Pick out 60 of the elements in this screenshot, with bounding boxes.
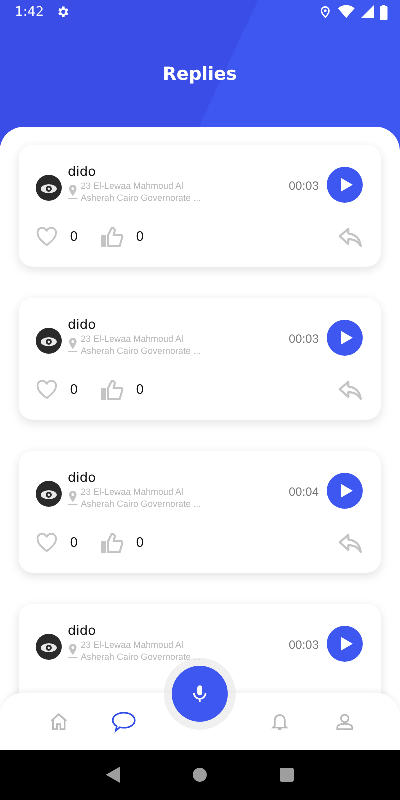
play-icon bbox=[340, 330, 352, 344]
location-pin-icon bbox=[68, 644, 78, 658]
back-icon[interactable] bbox=[106, 767, 120, 783]
user-name: dido bbox=[68, 318, 98, 333]
avatar-icon bbox=[36, 480, 62, 506]
thumbs-up-icon[interactable] bbox=[100, 532, 124, 554]
play-icon bbox=[340, 636, 352, 650]
heart-icon[interactable] bbox=[36, 533, 58, 553]
play-button[interactable] bbox=[327, 626, 363, 662]
location-pin-icon bbox=[68, 490, 78, 506]
audio-duration: 00:03 bbox=[288, 638, 319, 652]
play-button[interactable] bbox=[327, 320, 363, 356]
chat-bubble-icon bbox=[111, 710, 138, 734]
location-pin-icon bbox=[68, 338, 78, 352]
like-count: 0 bbox=[70, 382, 80, 398]
location-pin-icon bbox=[68, 184, 78, 200]
user-name: dido bbox=[68, 624, 98, 639]
location-icon bbox=[319, 5, 332, 19]
address-text: Asherah Cairo Governorate ... bbox=[81, 498, 202, 510]
user-name: dido bbox=[68, 471, 98, 486]
thumbs-up-icon[interactable] bbox=[100, 226, 124, 248]
avatar-icon bbox=[36, 634, 62, 660]
signal-icon bbox=[361, 5, 374, 19]
reply-icon[interactable] bbox=[338, 532, 363, 554]
address-text: Asherah Cairo Governorate ... bbox=[81, 192, 202, 204]
page-title: Replies bbox=[162, 64, 238, 85]
reply-icon[interactable] bbox=[338, 380, 363, 400]
like-count: 0 bbox=[70, 230, 80, 244]
address-text: Asherah Cairo Governorate ... bbox=[81, 345, 202, 357]
audio-duration: 00:03 bbox=[288, 332, 319, 346]
audio-duration: 00:03 bbox=[288, 178, 319, 192]
thumbs-up-icon[interactable] bbox=[100, 379, 124, 401]
profile-icon bbox=[335, 712, 356, 732]
home-icon bbox=[48, 712, 69, 732]
wifi-icon bbox=[338, 5, 355, 19]
play-icon bbox=[340, 484, 352, 498]
heart-icon[interactable] bbox=[36, 380, 58, 400]
avatar-icon bbox=[36, 174, 62, 200]
reply-icon[interactable] bbox=[338, 226, 363, 248]
recents-icon[interactable] bbox=[280, 768, 294, 782]
status-time: 1:42 bbox=[15, 4, 44, 20]
user-name: dido bbox=[68, 165, 98, 180]
play-icon bbox=[340, 178, 352, 192]
thumbs-up-count: 0 bbox=[136, 536, 146, 550]
address-text: 23 El-Lewaa Mahmoud Al bbox=[81, 639, 185, 651]
like-count: 0 bbox=[70, 536, 80, 550]
settings-icon bbox=[56, 5, 70, 19]
thumbs-up-count: 0 bbox=[136, 382, 146, 398]
audio-duration: 00:04 bbox=[288, 484, 319, 498]
address-text: 23 El-Lewaa Mahmoud Al bbox=[81, 333, 185, 345]
play-button[interactable] bbox=[327, 472, 363, 508]
address-text: 23 El-Lewaa Mahmoud Al bbox=[81, 180, 185, 192]
address-text: Asherah Cairo Governorate ... bbox=[81, 651, 202, 663]
heart-icon[interactable] bbox=[36, 227, 58, 247]
battery-icon bbox=[380, 4, 388, 20]
avatar-icon bbox=[36, 328, 62, 354]
address-text: 23 El-Lewaa Mahmoud Al bbox=[81, 486, 185, 498]
thumbs-up-count: 0 bbox=[136, 230, 146, 244]
home-button-icon[interactable] bbox=[192, 768, 207, 782]
play-button[interactable] bbox=[327, 166, 363, 202]
